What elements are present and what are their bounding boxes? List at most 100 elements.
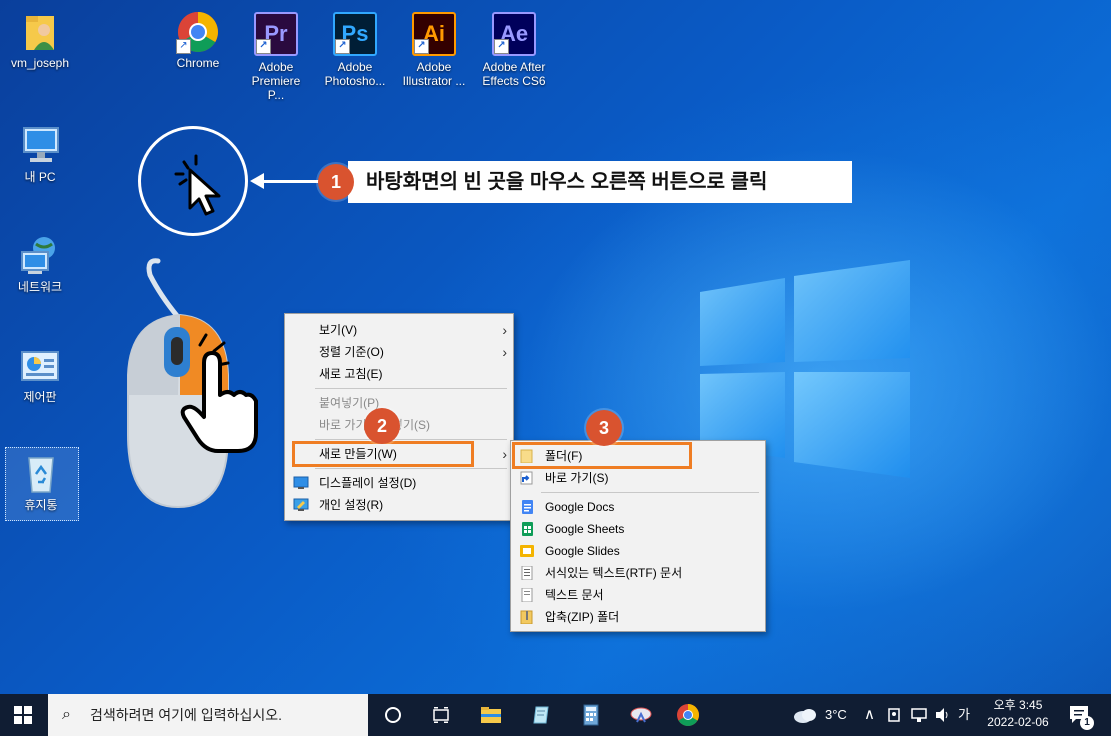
cortana-icon[interactable]	[380, 702, 406, 728]
submenu-item-shortcut[interactable]: 바로 가기(S)	[511, 467, 765, 489]
callout-arrow-head	[250, 173, 264, 189]
notification-count-badge: 1	[1080, 716, 1094, 730]
desktop-icon-my-pc[interactable]: 내 PC	[8, 124, 72, 184]
personalize-icon	[293, 498, 309, 511]
zip-folder-icon	[520, 610, 533, 624]
clock-date: 2022-02-06	[987, 715, 1049, 729]
weather-cloud-icon[interactable]	[792, 706, 818, 724]
clock-time: 오후 3:45	[993, 698, 1043, 712]
weather-temperature[interactable]: 3°C	[825, 694, 847, 736]
shortcut-arrow-icon: ↗	[414, 39, 429, 54]
step3-badge: 3	[586, 410, 622, 446]
menu-separator	[315, 388, 507, 389]
menu-item-sort[interactable]: 정렬 기준(O) ›	[285, 341, 513, 363]
desktop-icon-label: Chrome	[176, 56, 220, 70]
search-icon: ⌕	[62, 706, 71, 723]
people-icon[interactable]	[887, 707, 901, 723]
desktop-icon-aftereffects[interactable]: Ae ↗ Adobe After Effects CS6	[482, 10, 546, 88]
file-explorer-icon[interactable]	[478, 702, 504, 728]
chevron-right-icon: ›	[502, 344, 507, 360]
taskbar-clock[interactable]: 오후 3:45 2022-02-06	[978, 697, 1058, 731]
recycle-bin-icon	[19, 452, 63, 496]
desktop-icon-label: Adobe Illustrator ...	[402, 60, 466, 88]
text-document-icon	[521, 588, 533, 602]
google-slides-icon	[520, 545, 534, 557]
shortcut-arrow-icon: ↗	[256, 39, 271, 54]
shortcut-arrow-icon: ↗	[335, 39, 350, 54]
menu-separator	[541, 492, 759, 493]
desktop-icon-network[interactable]: 네트워크	[8, 234, 72, 294]
premiere-icon: Pr ↗	[254, 12, 298, 56]
desktop[interactable]: vm_joseph ↗ Chrome Pr ↗ Adobe Premiere P…	[0, 0, 1111, 694]
menu-item-label: 텍스트 문서	[545, 588, 604, 602]
menu-separator	[315, 439, 507, 440]
chrome-taskbar-icon[interactable]	[675, 702, 701, 728]
submenu-item-zip[interactable]: 압축(ZIP) 폴더	[511, 606, 765, 628]
network-icon	[18, 234, 62, 278]
photoshop-icon: Ps ↗	[333, 12, 377, 56]
desktop-icon-chrome[interactable]: ↗ Chrome	[166, 10, 230, 70]
menu-item-personalize[interactable]: 개인 설정(R)	[285, 494, 513, 516]
desktop-icon-label: Adobe Photosho...	[324, 60, 386, 88]
task-view-icon[interactable]	[428, 702, 454, 728]
desktop-icon-label: 휴지통	[24, 498, 58, 512]
submenu-item-google-slides[interactable]: Google Slides	[511, 540, 765, 562]
shortcut-arrow-icon: ↗	[176, 39, 191, 54]
snipping-tool-icon[interactable]	[628, 702, 654, 728]
desktop-icon-recycle-bin[interactable]: 휴지통	[9, 452, 73, 512]
menu-item-paste: 붙여넣기(P)	[285, 392, 513, 414]
display-icon	[293, 476, 309, 489]
desktop-icon-label: vm_joseph	[10, 56, 70, 70]
rtf-document-icon	[521, 566, 533, 580]
menu-item-label: 붙여넣기(P)	[319, 396, 380, 410]
chrome-icon: ↗	[176, 10, 220, 54]
menu-item-label: 정렬 기준(O)	[319, 345, 384, 359]
start-button-windows-icon[interactable]	[14, 706, 32, 724]
submenu-item-text[interactable]: 텍스트 문서	[511, 584, 765, 606]
menu-item-label: 압축(ZIP) 폴더	[545, 610, 620, 624]
desktop-icon-label: 내 PC	[24, 170, 56, 184]
computer-icon	[18, 124, 62, 168]
shortcut-icon	[520, 471, 533, 485]
menu-item-label: 서식있는 텍스트(RTF) 문서	[545, 566, 683, 580]
taskbar-search-box[interactable]: ⌕ 검색하려면 여기에 입력하십시오.	[48, 694, 368, 736]
notepad-icon[interactable]	[528, 702, 554, 728]
desktop-icon-label: Adobe Premiere P...	[251, 60, 301, 102]
menu-item-display-settings[interactable]: 디스플레이 설정(D)	[285, 472, 513, 494]
desktop-icon-photoshop[interactable]: Ps ↗ Adobe Photosho...	[323, 10, 387, 88]
step1-instruction: 바탕화면의 빈 곳을 마우스 오른쪽 버튼으로 클릭	[348, 161, 852, 203]
menu-item-view[interactable]: 보기(V) ›	[285, 319, 513, 341]
volume-icon[interactable]	[934, 706, 952, 724]
illustrator-icon: Ai ↗	[412, 12, 456, 56]
menu-item-label: 바로 가기(S)	[545, 471, 609, 485]
desktop-icon-premiere[interactable]: Pr ↗ Adobe Premiere P...	[244, 10, 308, 102]
google-docs-icon	[522, 500, 533, 514]
calculator-icon[interactable]	[578, 702, 604, 728]
submenu-item-google-docs[interactable]: Google Docs	[511, 496, 765, 518]
mouse-illustration-icon	[127, 258, 258, 509]
menu-item-label: 새로 고침(E)	[319, 367, 383, 381]
network-tray-icon[interactable]	[910, 706, 928, 724]
submenu-item-google-sheets[interactable]: Google Sheets	[511, 518, 765, 540]
desktop-icon-label: Adobe After Effects CS6	[482, 60, 546, 88]
menu-item-label: 디스플레이 설정(D)	[319, 476, 417, 490]
chevron-up-icon[interactable]: ∧	[864, 694, 875, 736]
ime-indicator[interactable]: 가	[958, 694, 970, 736]
google-sheets-icon	[522, 522, 533, 536]
desktop-icon-label: 네트워크	[17, 280, 63, 294]
desktop-icon-user-folder[interactable]: vm_joseph	[8, 10, 72, 70]
menu-item-label: 보기(V)	[319, 323, 358, 337]
search-placeholder: 검색하려면 여기에 입력하십시오.	[90, 707, 282, 723]
control-panel-icon	[18, 344, 62, 388]
menu-item-label: Google Slides	[545, 544, 620, 558]
menu-item-refresh[interactable]: 새로 고침(E)	[285, 363, 513, 385]
step2-badge: 2	[364, 408, 400, 444]
desktop-icon-control-panel[interactable]: 제어판	[8, 344, 72, 404]
shortcut-arrow-icon: ↗	[494, 39, 509, 54]
step1-badge: 1	[318, 164, 354, 200]
menu-separator	[315, 468, 507, 469]
desktop-icon-illustrator[interactable]: Ai ↗ Adobe Illustrator ...	[402, 10, 466, 88]
desktop-context-menu: 보기(V) › 정렬 기준(O) › 새로 고침(E) 붙여넣기(P) 바로 가기 …	[284, 313, 514, 521]
submenu-item-rtf[interactable]: 서식있는 텍스트(RTF) 문서	[511, 562, 765, 584]
chevron-right-icon: ›	[502, 322, 507, 338]
